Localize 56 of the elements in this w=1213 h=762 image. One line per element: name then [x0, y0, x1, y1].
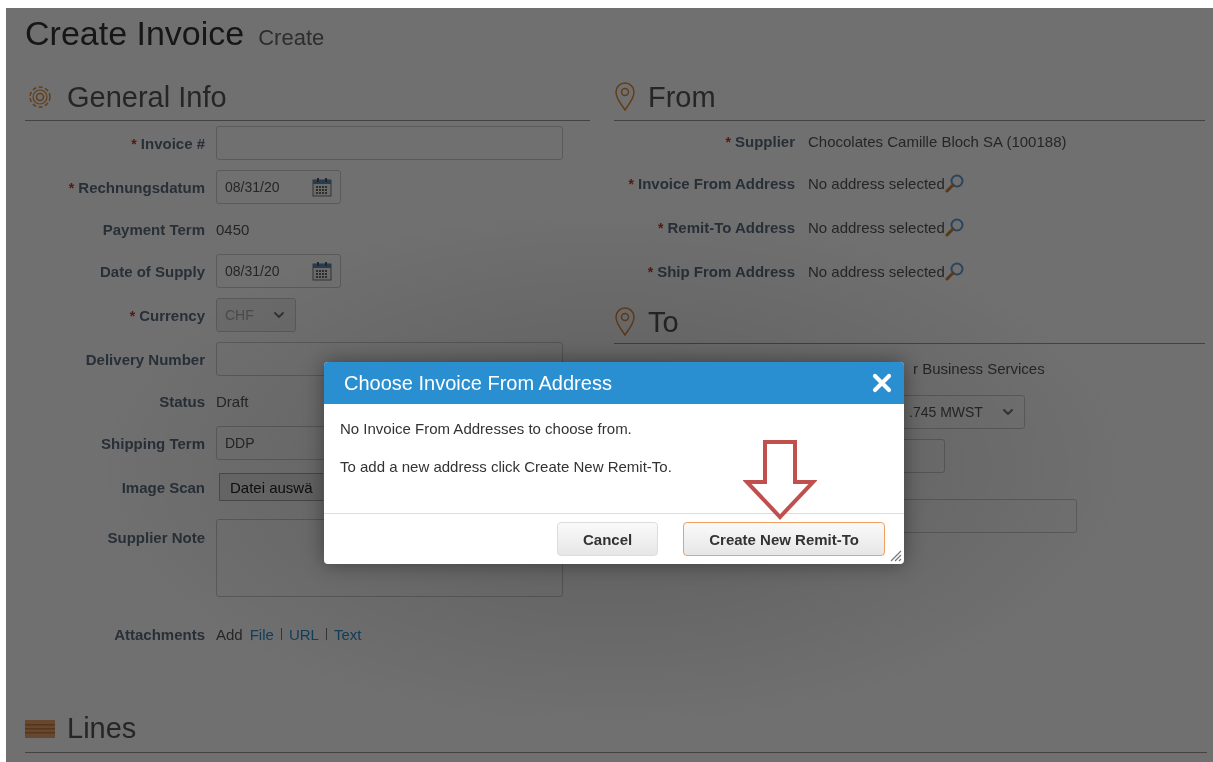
- required-mark: *: [131, 135, 137, 152]
- field-value: No address selected: [808, 262, 945, 280]
- field-value: Chocolates Camille Bloch SA (100188): [808, 132, 1067, 150]
- field-label: Image Scan: [120, 478, 205, 496]
- field-label: Payment Term: [101, 220, 205, 238]
- field-label: * Supplier: [724, 132, 795, 150]
- required-mark: *: [129, 307, 136, 324]
- section-title: From: [648, 80, 716, 114]
- field-label: * Ship From Address: [646, 262, 795, 280]
- add-text: Add: [216, 625, 243, 643]
- field-label: Shipping Term: [100, 434, 205, 452]
- required-mark: *: [628, 175, 634, 192]
- section-title: To: [648, 305, 679, 339]
- field-label: * Rechnungsdatum: [67, 178, 205, 196]
- field-label: Date of Supply: [99, 262, 205, 280]
- field-label: * Remit-To Address: [657, 218, 795, 236]
- required-mark: *: [647, 263, 654, 280]
- dialog-title: Choose Invoice From Address: [344, 371, 612, 395]
- field-label: Attachments: [113, 625, 205, 643]
- field-value: No address selected: [808, 174, 945, 192]
- attachment-link[interactable]: Text: [333, 625, 362, 643]
- required-mark: *: [68, 179, 75, 196]
- resize-grip-icon[interactable]: [888, 548, 902, 562]
- map-pin-icon: [614, 82, 636, 112]
- dialog-message: No Invoice From Addresses to choose from.: [340, 420, 633, 438]
- search-icon[interactable]: [944, 173, 965, 193]
- calendar-icon[interactable]: [312, 177, 332, 197]
- field-label: Status: [158, 392, 205, 410]
- field-value: Draft: [216, 392, 249, 410]
- field-value: r Business Services: [913, 359, 1045, 377]
- map-pin-icon: [614, 307, 636, 337]
- date-field[interactable]: 08/31/20: [216, 170, 341, 204]
- attachment-link[interactable]: File: [249, 625, 274, 643]
- field-label: * Invoice From Address: [627, 174, 795, 192]
- page-title: Create Invoice: [25, 13, 245, 54]
- cancel-button[interactable]: Cancel: [557, 522, 659, 556]
- create-button[interactable]: Create New Remit-To: [683, 522, 885, 556]
- field-value: 0450: [216, 220, 250, 238]
- section-title: General Info: [67, 80, 227, 114]
- field-label: * Invoice #: [130, 134, 205, 152]
- calendar-icon[interactable]: [312, 261, 332, 281]
- attachment-link[interactable]: URL: [288, 625, 319, 643]
- required-mark: *: [658, 219, 664, 236]
- section-title: Lines: [67, 712, 137, 745]
- required-mark: *: [725, 133, 731, 150]
- field-value: No address selected: [808, 218, 945, 236]
- date-field[interactable]: 08/31/20: [216, 254, 341, 288]
- lines-icon: [25, 719, 55, 738]
- search-icon[interactable]: [944, 217, 965, 237]
- choose-file-button[interactable]: Datei auswä: [219, 473, 323, 501]
- field-label: * Currency: [128, 306, 205, 324]
- search-icon[interactable]: [944, 261, 965, 281]
- field-label: Delivery Number: [84, 350, 205, 368]
- dialog-message: To add a new address click Create New Remit-To.: [340, 458, 673, 476]
- page-subtitle: Create: [258, 25, 325, 51]
- field-label: Supplier Note: [106, 529, 205, 546]
